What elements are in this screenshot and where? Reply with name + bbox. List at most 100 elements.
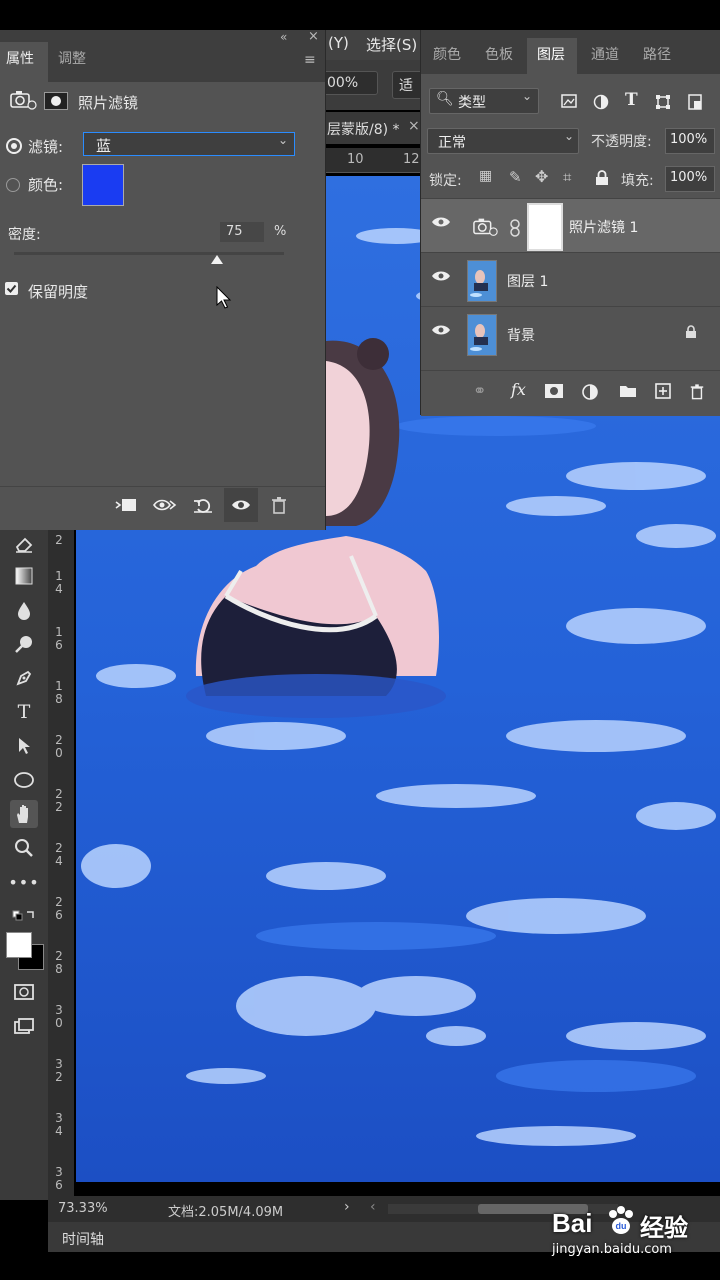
layer-name[interactable]: 图层 1 [507,271,548,291]
ruler-tick-label: 30 [55,1003,63,1030]
lock-position-icon[interactable]: ✥ [535,167,548,186]
scroll-left-icon[interactable]: ‹ [370,1199,376,1215]
density-slider[interactable] [14,252,284,264]
screen-mode-icon[interactable] [10,1012,38,1040]
visibility-eye-icon[interactable] [431,323,451,337]
fill-input[interactable]: 100% [665,166,715,192]
layer-row[interactable]: 背景 [421,306,720,361]
type-filter-icon[interactable]: T [625,90,638,110]
filter-color-swatch[interactable] [82,164,124,206]
document-tab[interactable]: 层蒙版/8) * × [315,112,425,144]
mask-icon[interactable] [545,384,563,398]
opacity-label: 不透明度: [591,134,652,150]
trash-icon[interactable] [270,496,288,514]
layer-lock-icon [685,325,697,339]
tab-swatches[interactable]: 色板 [485,44,513,64]
lock-transparent-icon[interactable]: ▦ [479,168,492,184]
link-chain-icon[interactable] [509,219,521,237]
color-radio[interactable] [6,178,20,192]
layer-name[interactable]: 照片滤镜 1 [569,217,638,237]
zoom-tool-icon[interactable] [10,834,38,862]
timeline-label: 时间轴 [62,1232,104,1248]
quick-mask-icon[interactable] [10,978,38,1006]
ruler-tick-label: 24 [55,841,63,868]
visibility-eye-icon[interactable] [431,215,451,229]
gradient-tool-icon[interactable] [10,562,38,590]
filter-select-value: 蓝 [96,137,112,155]
tab-channels[interactable]: 通道 [591,44,619,64]
filter-select[interactable]: 蓝 ⌄ [83,132,295,156]
tab-paths[interactable]: 路径 [643,44,671,64]
close-panel-icon[interactable]: × [308,29,319,44]
dodge-tool-icon[interactable] [10,630,38,658]
type-tool-icon[interactable]: T [10,698,38,726]
ruler-tick-label: 16 [55,625,63,652]
menu-item-select[interactable]: 选择(S) [366,34,417,55]
lock-label: 锁定: [429,173,462,189]
ruler-tick-label: 26 [55,895,63,922]
swap-colors-icon[interactable] [10,902,38,930]
tab-layers[interactable]: 图层 [527,38,577,74]
folder-icon[interactable] [619,384,637,398]
status-arrow-icon[interactable]: › [344,1199,350,1215]
layer-mask-thumbnail[interactable] [527,203,563,251]
eraser-tool-icon[interactable] [10,530,38,558]
view-previous-icon[interactable] [152,496,178,514]
collapse-panel-icon[interactable]: « [280,30,287,44]
density-input[interactable]: 75 [220,222,264,242]
filter-radio[interactable] [6,138,22,154]
ruler-tick-label: 14 [55,569,63,596]
chevron-down-icon: ⌄ [564,129,575,143]
new-layer-icon[interactable] [655,383,671,399]
lock-brush-icon[interactable]: ✎ [509,168,522,186]
hand-tool-icon[interactable] [10,800,38,828]
zoom-level[interactable]: 73.33% [58,1201,108,1216]
ruler-tick-label: 10 [347,152,364,167]
menu-item-type[interactable]: (Y) [328,34,349,52]
lock-artboard-icon[interactable]: ⌗ [563,168,571,186]
link-icon[interactable]: ⚭ [473,381,486,400]
layer-filter-value: 类型 [458,95,486,111]
layer-thumbnail[interactable] [467,314,497,356]
adjustment-icon[interactable] [581,383,599,401]
more-tools-icon[interactable]: ••• [8,868,38,896]
filter-label: 滤镜: [28,138,64,156]
chevron-down-icon: ⌄ [522,89,533,103]
blur-tool-icon[interactable] [10,596,38,624]
blend-mode-select[interactable]: 正常 ⌄ [427,128,579,154]
lock-all-icon[interactable] [595,170,609,186]
panel-menu-icon[interactable]: ≡ [304,52,316,68]
close-tab-icon[interactable]: × [408,118,420,134]
ruler-vertical: 2 14 16 18 20 22 24 26 28 30 32 34 36 [48,530,74,1200]
path-selection-tool-icon[interactable] [10,732,38,760]
ruler-tick-label: 36 [55,1165,63,1192]
reset-icon[interactable] [192,496,214,514]
image-filter-icon[interactable] [561,94,577,108]
tab-adjustments[interactable]: 调整 [58,48,86,68]
ruler-tick-label: 28 [55,949,63,976]
adjustment-filter-icon[interactable] [593,94,609,110]
fx-icon[interactable]: fx [511,380,526,399]
shape-filter-icon[interactable] [655,94,671,110]
layer-row[interactable]: 图层 1 [421,252,720,307]
trash-icon[interactable] [689,383,705,400]
pen-tool-icon[interactable] [10,664,38,692]
visibility-eye-icon[interactable] [431,269,451,283]
smart-object-filter-icon[interactable] [687,94,703,110]
slider-thumb[interactable] [210,255,223,264]
watermark-url: jingyan.baidu.com [552,1242,672,1257]
mask-icon[interactable] [44,92,68,110]
preserve-luminosity-checkbox[interactable] [5,282,18,295]
foreground-color-swatch[interactable] [6,932,32,958]
opacity-input[interactable]: 100% [665,128,715,154]
toggle-visibility-icon[interactable] [224,488,258,522]
tab-color[interactable]: 颜色 [433,44,461,64]
zoom-percent-field[interactable]: 00% [320,71,378,95]
layer-filter-select[interactable]: 🔍︎ 类型 ⌄ [429,88,539,114]
clip-to-layer-icon[interactable] [114,496,138,514]
layer-thumbnail[interactable] [467,260,497,302]
tab-properties[interactable]: 属性 [0,42,48,82]
layer-name[interactable]: 背景 [507,325,535,345]
layer-row[interactable]: 照片滤镜 1 [421,198,720,253]
ellipse-tool-icon[interactable] [10,766,38,794]
